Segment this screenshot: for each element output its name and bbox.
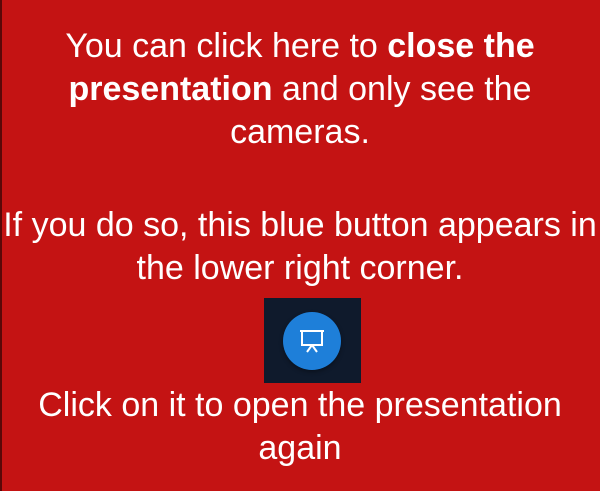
open-presentation-button[interactable] — [283, 312, 341, 370]
instruction-suffix: and only see the cameras. — [230, 70, 532, 151]
close-presentation-instruction: You can click here to close the presenta… — [0, 25, 600, 154]
open-presentation-instruction: Click on it to open the presentation aga… — [38, 386, 562, 467]
presentation-icon — [300, 330, 324, 353]
tutorial-panel: You can click here to close the presenta… — [0, 0, 600, 491]
blue-button-instruction: If you do so, this blue button appears i… — [3, 206, 597, 287]
instruction-prefix: You can click here to — [65, 27, 388, 65]
blue-button-preview — [264, 298, 361, 383]
